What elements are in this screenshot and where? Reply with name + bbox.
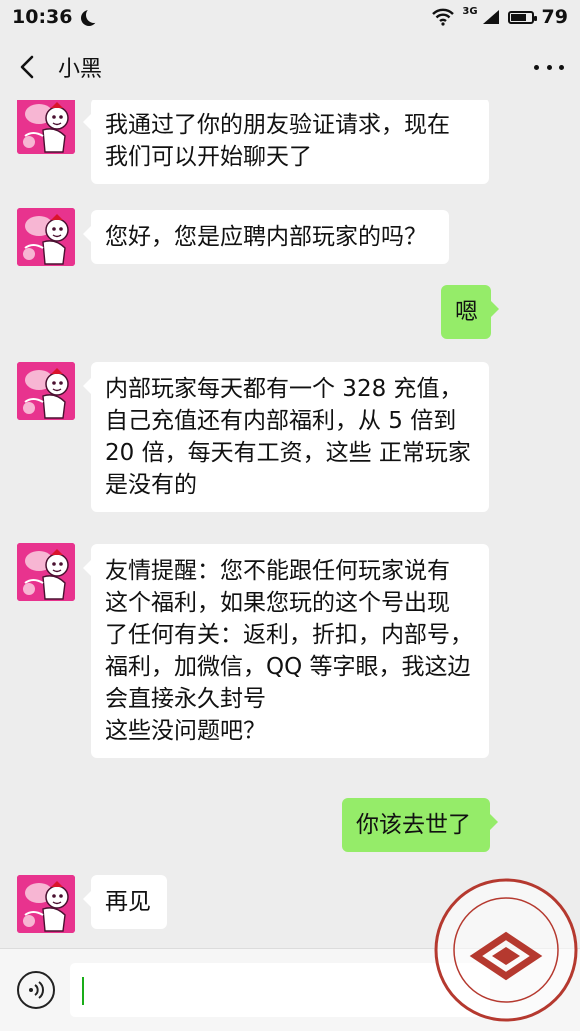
status-right: 3G 79 — [432, 6, 568, 28]
message-bubble-incoming[interactable]: 我通过了你的朋友验证请求，现在 我们可以开始聊天了 — [83, 100, 489, 184]
moon-icon — [86, 7, 102, 23]
voice-icon — [29, 981, 44, 999]
input-bar — [0, 948, 580, 1031]
text-cursor — [82, 977, 84, 1005]
contact-avatar[interactable] — [17, 875, 75, 933]
battery-level: 79 — [541, 6, 568, 28]
battery-icon — [507, 10, 537, 24]
message-bubble-outgoing[interactable]: 嗯 — [441, 285, 499, 339]
message-bubble-incoming[interactable]: 友情提醒：您不能跟任何玩家说有 这个福利，如果您玩的这个号出现 了任何有关：返利… — [83, 544, 489, 758]
message-input[interactable] — [70, 963, 490, 1017]
chat-area[interactable]: 我通过了你的朋友验证请求，现在 我们可以开始聊天了 您好，您是应聘内部玩家的吗？… — [0, 100, 580, 948]
message-bubble-incoming[interactable]: 您好，您是应聘内部玩家的吗？ — [83, 210, 449, 264]
message-bubble-outgoing[interactable]: 你该去世了 — [342, 798, 498, 852]
contact-avatar[interactable] — [17, 100, 75, 154]
status-left: 10:36 — [12, 6, 96, 28]
message-bubble-incoming[interactable]: 再见 — [83, 875, 167, 929]
network-type: 3G — [462, 5, 478, 17]
voice-input-button[interactable] — [17, 971, 55, 1009]
more-options-icon[interactable] — [534, 56, 564, 78]
chat-title: 小黑 — [58, 57, 103, 82]
contact-avatar[interactable] — [17, 543, 75, 601]
status-time: 10:36 — [12, 6, 73, 28]
contact-avatar[interactable] — [17, 208, 75, 266]
status-bar: 10:36 3G 79 — [0, 0, 580, 34]
message-bubble-incoming[interactable]: 内部玩家每天都有一个 328 充值， 自己充值还有内部福利，从 5 倍到 20 … — [83, 362, 489, 512]
signal-icon — [482, 10, 499, 24]
back-arrow-icon[interactable] — [16, 55, 38, 79]
contact-avatar[interactable] — [17, 362, 75, 420]
chat-header: 小黑 — [0, 34, 580, 100]
wifi-icon — [432, 8, 455, 26]
